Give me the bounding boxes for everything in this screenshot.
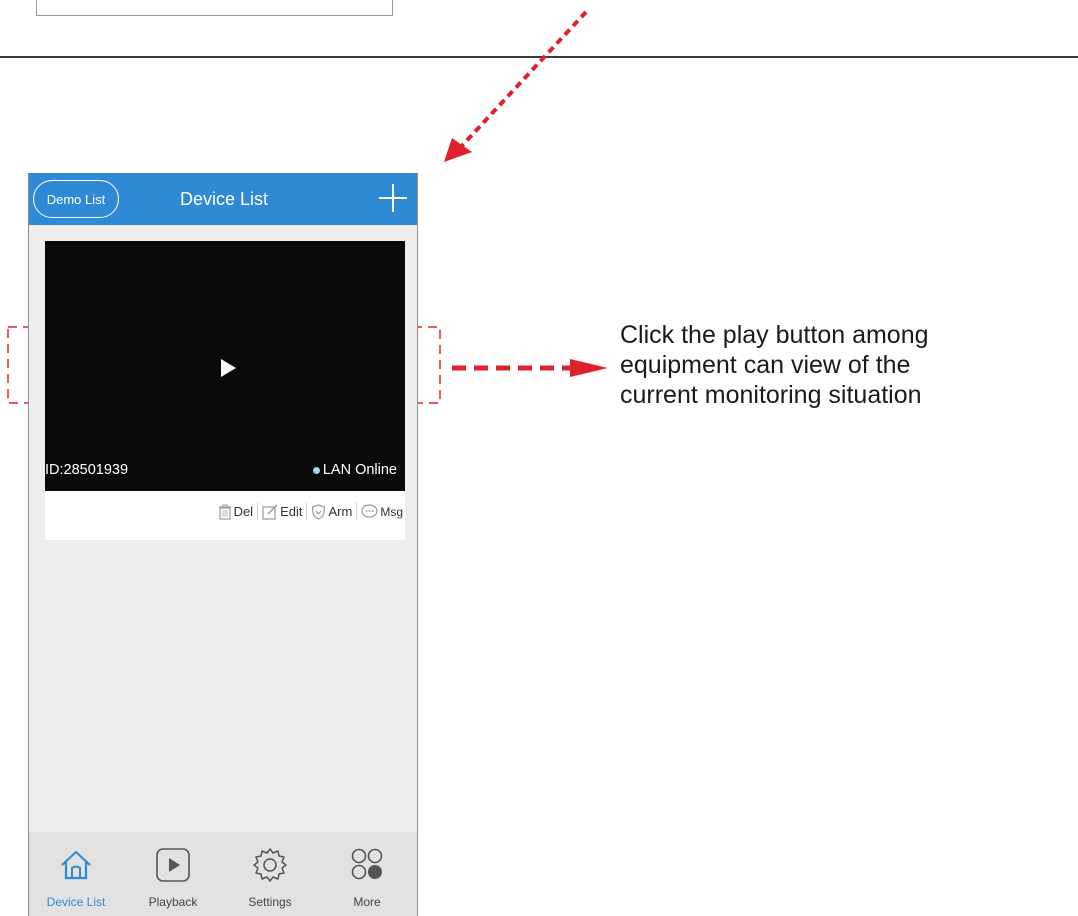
plus-icon[interactable] [377, 182, 409, 214]
action-divider [257, 503, 259, 520]
tab-device-list[interactable]: Device List [31, 832, 121, 916]
delete-button[interactable]: Del [216, 504, 256, 520]
delete-label: Del [233, 504, 254, 519]
status-badge: LAN Online [312, 462, 397, 478]
tab-playback[interactable]: Playback [128, 832, 218, 916]
edit-label: Edit [280, 504, 303, 519]
status-dot-icon [312, 466, 320, 474]
navigation-bar: Demo List Device List [29, 173, 417, 225]
arm-button[interactable]: Arm [309, 503, 354, 520]
playback-icon [153, 845, 193, 885]
tab-settings[interactable]: Settings [225, 832, 315, 916]
message-icon [361, 504, 378, 519]
gear-icon [250, 845, 290, 885]
tab-label: Device List [46, 895, 106, 909]
tab-label: More [353, 895, 381, 909]
tab-more[interactable]: More [322, 832, 412, 916]
tab-label: Settings [248, 895, 292, 909]
action-divider [356, 503, 358, 520]
arm-label: Arm [328, 504, 353, 519]
phone-screen: Demo List Device List ID:28501939 LAN On… [28, 173, 418, 916]
instruction-text: Click the play button among equipment ca… [620, 320, 1060, 410]
message-button[interactable]: Msg [359, 504, 405, 519]
instruction-line: current monitoring situation [620, 381, 922, 409]
section-divider [0, 56, 1078, 58]
home-icon [56, 845, 96, 885]
top-frame-box [36, 0, 393, 16]
message-label: Msg [380, 504, 403, 519]
trash-icon [218, 504, 232, 520]
more-icon [347, 845, 387, 885]
action-divider [306, 503, 308, 520]
instruction-line: equipment can view of the [620, 351, 911, 379]
device-card: ID:28501939 LAN Online Del Edit Arm Msg [45, 241, 405, 540]
tab-bar: Device List Playback Settings More [29, 832, 417, 916]
page-title: Device List [179, 189, 269, 209]
play-icon[interactable] [221, 359, 236, 377]
status-text: LAN Online [322, 462, 397, 478]
diagonal-arrow [444, 10, 588, 162]
device-id: ID:28501939 [45, 462, 129, 478]
device-actions: Del Edit Arm Msg [216, 503, 405, 520]
edit-icon [262, 504, 278, 520]
pointer-arrow [452, 359, 608, 377]
tab-label: Playback [148, 895, 198, 909]
edit-button[interactable]: Edit [260, 504, 304, 520]
instruction-line: Click the play button among [620, 321, 929, 349]
shield-icon [311, 503, 326, 520]
video-preview[interactable]: ID:28501939 LAN Online [45, 241, 405, 491]
demo-list-button[interactable]: Demo List [33, 180, 119, 218]
